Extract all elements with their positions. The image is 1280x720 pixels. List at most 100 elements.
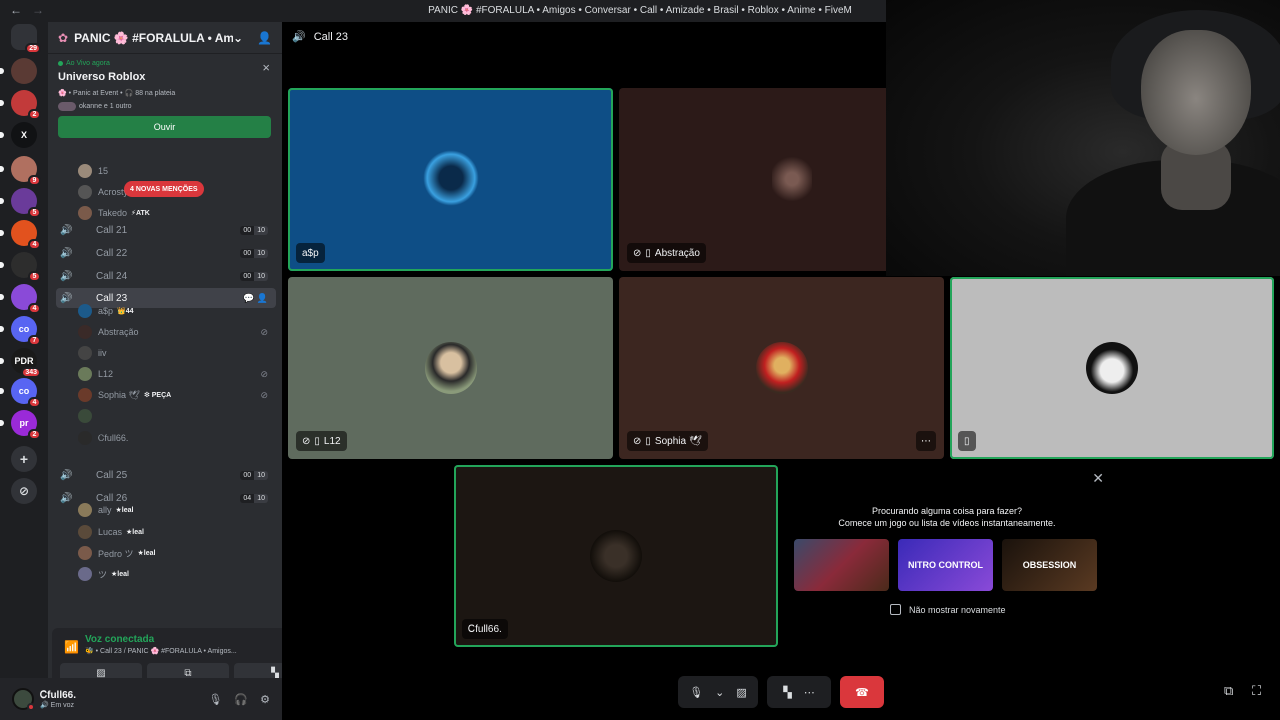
mobile-icon: ▯ [645,247,651,259]
activities-icon[interactable]: ▚ [783,686,791,699]
username[interactable]: Ꮯfull66. [40,690,76,701]
member-name: Abstração [98,327,139,337]
server-icon[interactable]: 5 [0,252,41,282]
close-icon[interactable]: ✕ [1092,470,1104,487]
fullscreen-icon[interactable]: ⛶ [1252,683,1261,699]
listen-button[interactable]: Ouvir [58,116,271,138]
close-icon[interactable]: × [262,60,270,75]
unread-pill [0,388,4,394]
voice-channel-path[interactable]: 🐝 • Call 23 / PANIC 🌸 #FORALULA • Amigos… [85,647,237,655]
new-mentions-badge[interactable]: 4 NOVAS MENÇÕES [124,181,204,197]
voice-member[interactable]: Lucas ★leal [78,522,274,542]
mention-badge: 2 [28,109,41,120]
explore-icon[interactable]: ⊘ [11,478,37,504]
voice-member[interactable]: Pedro ツ ★leal [78,543,274,563]
server-initials: co [18,324,30,334]
signal-icon[interactable]: 📶 [64,640,79,654]
mute-icon: ⊘ [260,389,268,400]
unread-pill [0,420,4,426]
voice-member[interactable]: 15 [78,161,274,181]
avatar [590,530,642,582]
voice-channel[interactable]: 🔊 Call 24 00 10 [56,266,276,286]
person-add-icon[interactable]: 👤 [257,31,272,45]
channel-name: Call 21 [96,224,128,236]
activity-card-label: OBSESSION [1022,560,1077,570]
mention-badge: 7 [28,335,41,346]
microphone-icon[interactable]: 🎙 [689,686,703,699]
user-panel: Ꮯfull66. 🔊 Em voz 🎙 🎧 ⚙ [0,678,282,720]
voice-channel[interactable]: 🔊 Call 25 00 10 [56,465,276,485]
voice-member[interactable] [78,406,274,426]
member-tag: ⚡ATK [131,210,150,217]
user-count-limit: 10 [254,225,268,235]
hangup-button[interactable]: ☎ [840,676,884,708]
server-icon[interactable]: 5 [0,188,41,218]
add-server-icon[interactable]: + [11,446,37,472]
server-header[interactable]: ✿ PANIC 🌸 #FORALULA • Amigo... ⌄ 👤 [48,22,282,54]
webcam-overlay [886,0,1280,276]
video-tile-asp[interactable]: a$p [288,88,613,271]
voice-member[interactable]: L12 ⊘ [78,364,274,384]
headset-icon[interactable]: 🎧 [234,693,248,706]
avatar [78,304,92,318]
unread-pill [0,262,4,268]
video-tile-iiv[interactable]: ▯ [950,277,1274,459]
avatar [78,567,92,581]
user-count-current: 00 [240,225,255,235]
channel-name: Call 25 [96,469,128,481]
server-icon[interactable] [0,58,37,84]
voice-connected-label[interactable]: Voz conectada [85,634,237,645]
voice-member[interactable]: a$p 👑44 [78,301,274,321]
mute-icon: ⊘ [633,435,642,447]
server-icon[interactable]: pr 2 [0,410,41,440]
server-icon[interactable]: 4 [0,284,41,314]
speaker-icon: 🔊 [60,469,73,481]
user-count-limit: 10 [254,248,268,258]
avatar [78,409,92,423]
avatar[interactable] [12,688,35,711]
voice-channel[interactable]: 🔊 Call 21 00 10 [56,220,276,240]
mic-control-group: 🎙 ⌄ ▨ [678,676,758,708]
mobile-icon: ▯ [314,435,320,447]
call-header: 🔊 Call 23 [292,30,348,44]
server-icon[interactable]: X [0,122,37,148]
server-icon[interactable]: 9 [0,156,41,186]
voice-member[interactable]: ツ ★leal [78,564,274,584]
speaker-icon: 🔊 [60,247,73,259]
video-tile-l12[interactable]: ⊘ ▯ L12 [288,277,613,459]
server-icon[interactable]: 4 [0,220,41,250]
user-count-current: 00 [240,271,255,281]
user-status: 🔊 Em voz [40,701,74,709]
tile-label: ▯ [958,431,976,451]
voice-member[interactable]: Abstração ⊘ [78,322,274,342]
settings-gear-icon[interactable]: ⚙ [260,693,270,706]
server-icon[interactable]: co 4 [0,378,41,408]
checkbox-box[interactable] [890,604,901,615]
more-options-button[interactable]: ⋯ [916,431,936,451]
chevron-down-icon[interactable]: ⌄ [715,686,724,699]
voice-member[interactable]: Ꮯfull66. [78,428,274,448]
activity-card[interactable] [794,539,889,591]
avatar [78,206,92,220]
video-tile-self[interactable]: Ꮯfull66. [454,465,778,647]
avatar [771,153,812,204]
voice-channel[interactable]: 🔊 Call 22 00 10 [56,243,276,263]
dont-show-checkbox[interactable]: Não mostrar novamente [890,604,1006,615]
voice-member[interactable]: iiv [78,343,274,363]
more-icon[interactable]: ⋯ [804,686,815,699]
discord-home-icon[interactable]: 29 [11,24,41,54]
activity-card[interactable]: NITRO CONTROL [898,539,993,591]
microphone-icon[interactable]: 🎙 [208,693,222,706]
activity-card[interactable]: OBSESSION [1002,539,1097,591]
popout-icon[interactable]: ⧉ [1224,683,1233,699]
video-tile-sophia[interactable]: ⊘ ▯ Sophia 🕊 ⋯ [619,277,944,459]
live-text: Ao Vivo agora [66,60,110,67]
voice-member[interactable]: ally ★leal [78,500,274,520]
mention-badge: 29 [25,43,41,54]
server-icon[interactable]: PDR 343 [0,348,41,378]
server-icon[interactable]: 2 [0,90,41,120]
server-icon[interactable]: co 7 [0,316,41,346]
status-dot [27,703,35,711]
voice-member[interactable]: Sophia 🕊 ❇ PEÇA ⊘ [78,385,274,405]
camera-off-icon[interactable]: ▨ [736,686,746,699]
